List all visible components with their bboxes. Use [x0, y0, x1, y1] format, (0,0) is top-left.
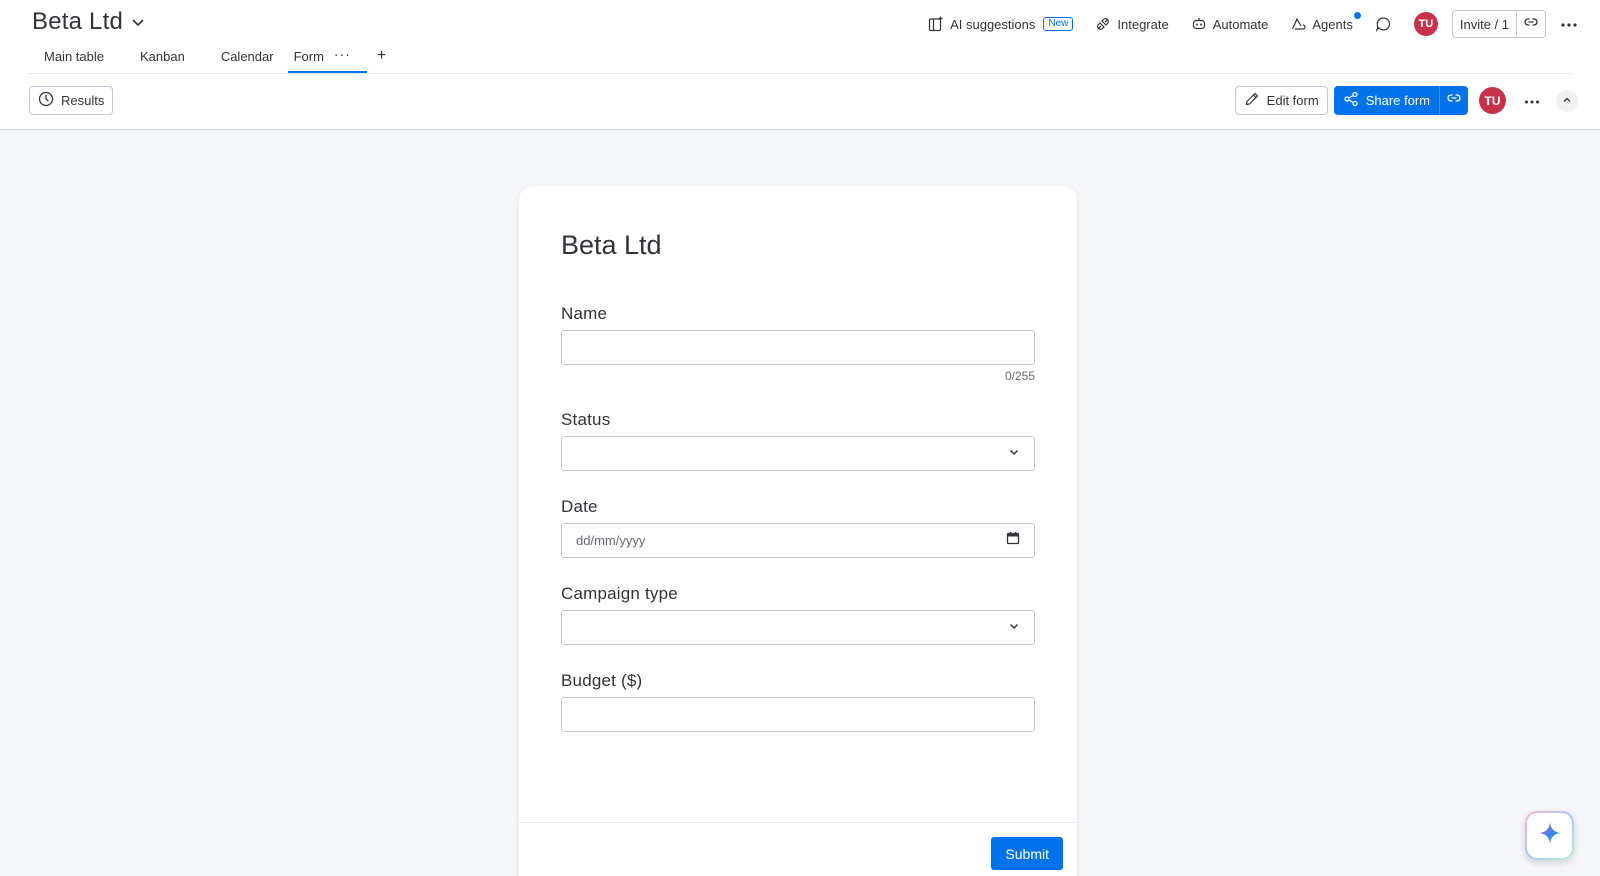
calendar-icon[interactable] [1006, 531, 1020, 550]
date-field: Date dd/mm/yyyy [561, 497, 1035, 558]
edit-form-button[interactable]: Edit form [1234, 86, 1328, 115]
form-title: Beta Ltd [561, 230, 662, 260]
share-form-button[interactable]: Share form [1334, 86, 1440, 115]
tab-form[interactable]: Form ··· [287, 44, 367, 73]
chevron-down-icon [129, 13, 147, 31]
tab-label: Kanban [139, 49, 185, 64]
campaign-type-select[interactable] [561, 610, 1035, 645]
integrate-button[interactable]: Integrate [1095, 16, 1169, 32]
copy-link-button[interactable] [1517, 11, 1545, 37]
chevron-down-icon [1008, 619, 1020, 637]
user-avatar[interactable]: TU [1413, 12, 1438, 36]
board-header: Beta Ltd AI suggestions New Integrate Au… [0, 0, 1600, 130]
copy-form-link-button[interactable] [1440, 86, 1468, 115]
board-title: Beta Ltd [32, 8, 124, 35]
chat-icon [1375, 16, 1392, 33]
automate-icon [1191, 16, 1207, 32]
edit-form-label: Edit form [1266, 93, 1319, 108]
ai-suggestions-icon [928, 16, 944, 32]
top-actions: AI suggestions New Integrate Automate Ag… [906, 10, 1578, 38]
form-canvas: Beta Ltd Name 0/255 Status Date dd/mm/yy… [0, 130, 1600, 876]
tab-kanban[interactable]: Kanban [124, 44, 201, 73]
tab-label: Calendar [220, 49, 274, 64]
clock-icon [38, 91, 54, 110]
form-footer: Submit [519, 822, 1077, 876]
campaign-type-field: Campaign type [561, 584, 1035, 645]
agents-button[interactable]: Agents [1290, 12, 1361, 32]
tab-more-icon[interactable]: ··· [334, 47, 351, 61]
field-label: Date [561, 497, 598, 516]
share-form-label: Share form [1365, 93, 1430, 108]
share-form-group: Share form [1333, 86, 1468, 115]
form-card: Beta Ltd Name 0/255 Status Date dd/mm/yy… [519, 186, 1077, 876]
new-badge: New [1043, 17, 1074, 31]
avatar[interactable]: TU [1479, 87, 1506, 114]
agents-label: Agents [1312, 16, 1353, 32]
status-select[interactable] [561, 436, 1035, 471]
ai-suggestions-button[interactable]: AI suggestions New [928, 16, 1074, 32]
ai-suggestions-label: AI suggestions [950, 16, 1036, 32]
invite-group: Invite / 1 [1451, 10, 1546, 38]
chevron-up-icon [1562, 92, 1572, 110]
invite-button[interactable]: Invite / 1 [1453, 11, 1517, 37]
link-icon [1446, 90, 1462, 111]
field-label: Status [561, 410, 611, 429]
board-title-dropdown[interactable]: Beta Ltd [32, 8, 147, 36]
tab-label: Form [293, 49, 324, 64]
link-icon [1523, 14, 1539, 35]
more-icon [1560, 15, 1578, 32]
tab-calendar[interactable]: Calendar [205, 44, 290, 73]
field-label: Name [561, 304, 608, 323]
field-label: Budget ($) [561, 671, 643, 690]
name-field: Name 0/255 [561, 304, 1035, 383]
budget-input[interactable] [561, 697, 1035, 732]
budget-field: Budget ($) [561, 671, 1035, 732]
name-input[interactable] [561, 330, 1035, 365]
submit-button[interactable]: Submit [991, 837, 1063, 870]
agents-icon [1290, 16, 1306, 32]
add-view-button[interactable]: + [367, 44, 396, 68]
date-placeholder: dd/mm/yyyy [576, 533, 646, 548]
avatar: TU [1413, 12, 1438, 36]
results-label: Results [61, 93, 105, 108]
more-icon [1524, 92, 1540, 109]
chevron-down-icon [1008, 445, 1020, 463]
date-input[interactable]: dd/mm/yyyy [561, 523, 1035, 558]
pencil-icon [1244, 91, 1260, 110]
collapse-header-button[interactable] [1556, 89, 1578, 112]
updates-button[interactable] [1375, 16, 1392, 33]
field-label: Campaign type [561, 584, 678, 603]
ai-assistant-button[interactable] [1525, 811, 1574, 860]
form-more-button[interactable] [1524, 92, 1540, 110]
board-more-button[interactable] [1560, 15, 1578, 33]
notification-dot [1353, 12, 1361, 19]
sparkle-icon [1538, 821, 1562, 850]
automate-label: Automate [1212, 16, 1269, 32]
status-field: Status [561, 410, 1035, 471]
automate-button[interactable]: Automate [1191, 16, 1269, 32]
integrate-icon [1095, 16, 1111, 32]
integrate-label: Integrate [1117, 16, 1169, 32]
share-icon [1343, 91, 1359, 110]
results-button[interactable]: Results [29, 86, 114, 115]
tab-label: Main table [44, 49, 104, 64]
character-counter: 0/255 [1004, 369, 1035, 383]
view-tabs: Main table Kanban Calendar Form ··· + [28, 44, 1574, 74]
form-toolbar: Edit form Share form TU [1234, 86, 1578, 115]
tab-main-table[interactable]: Main table [28, 44, 120, 73]
